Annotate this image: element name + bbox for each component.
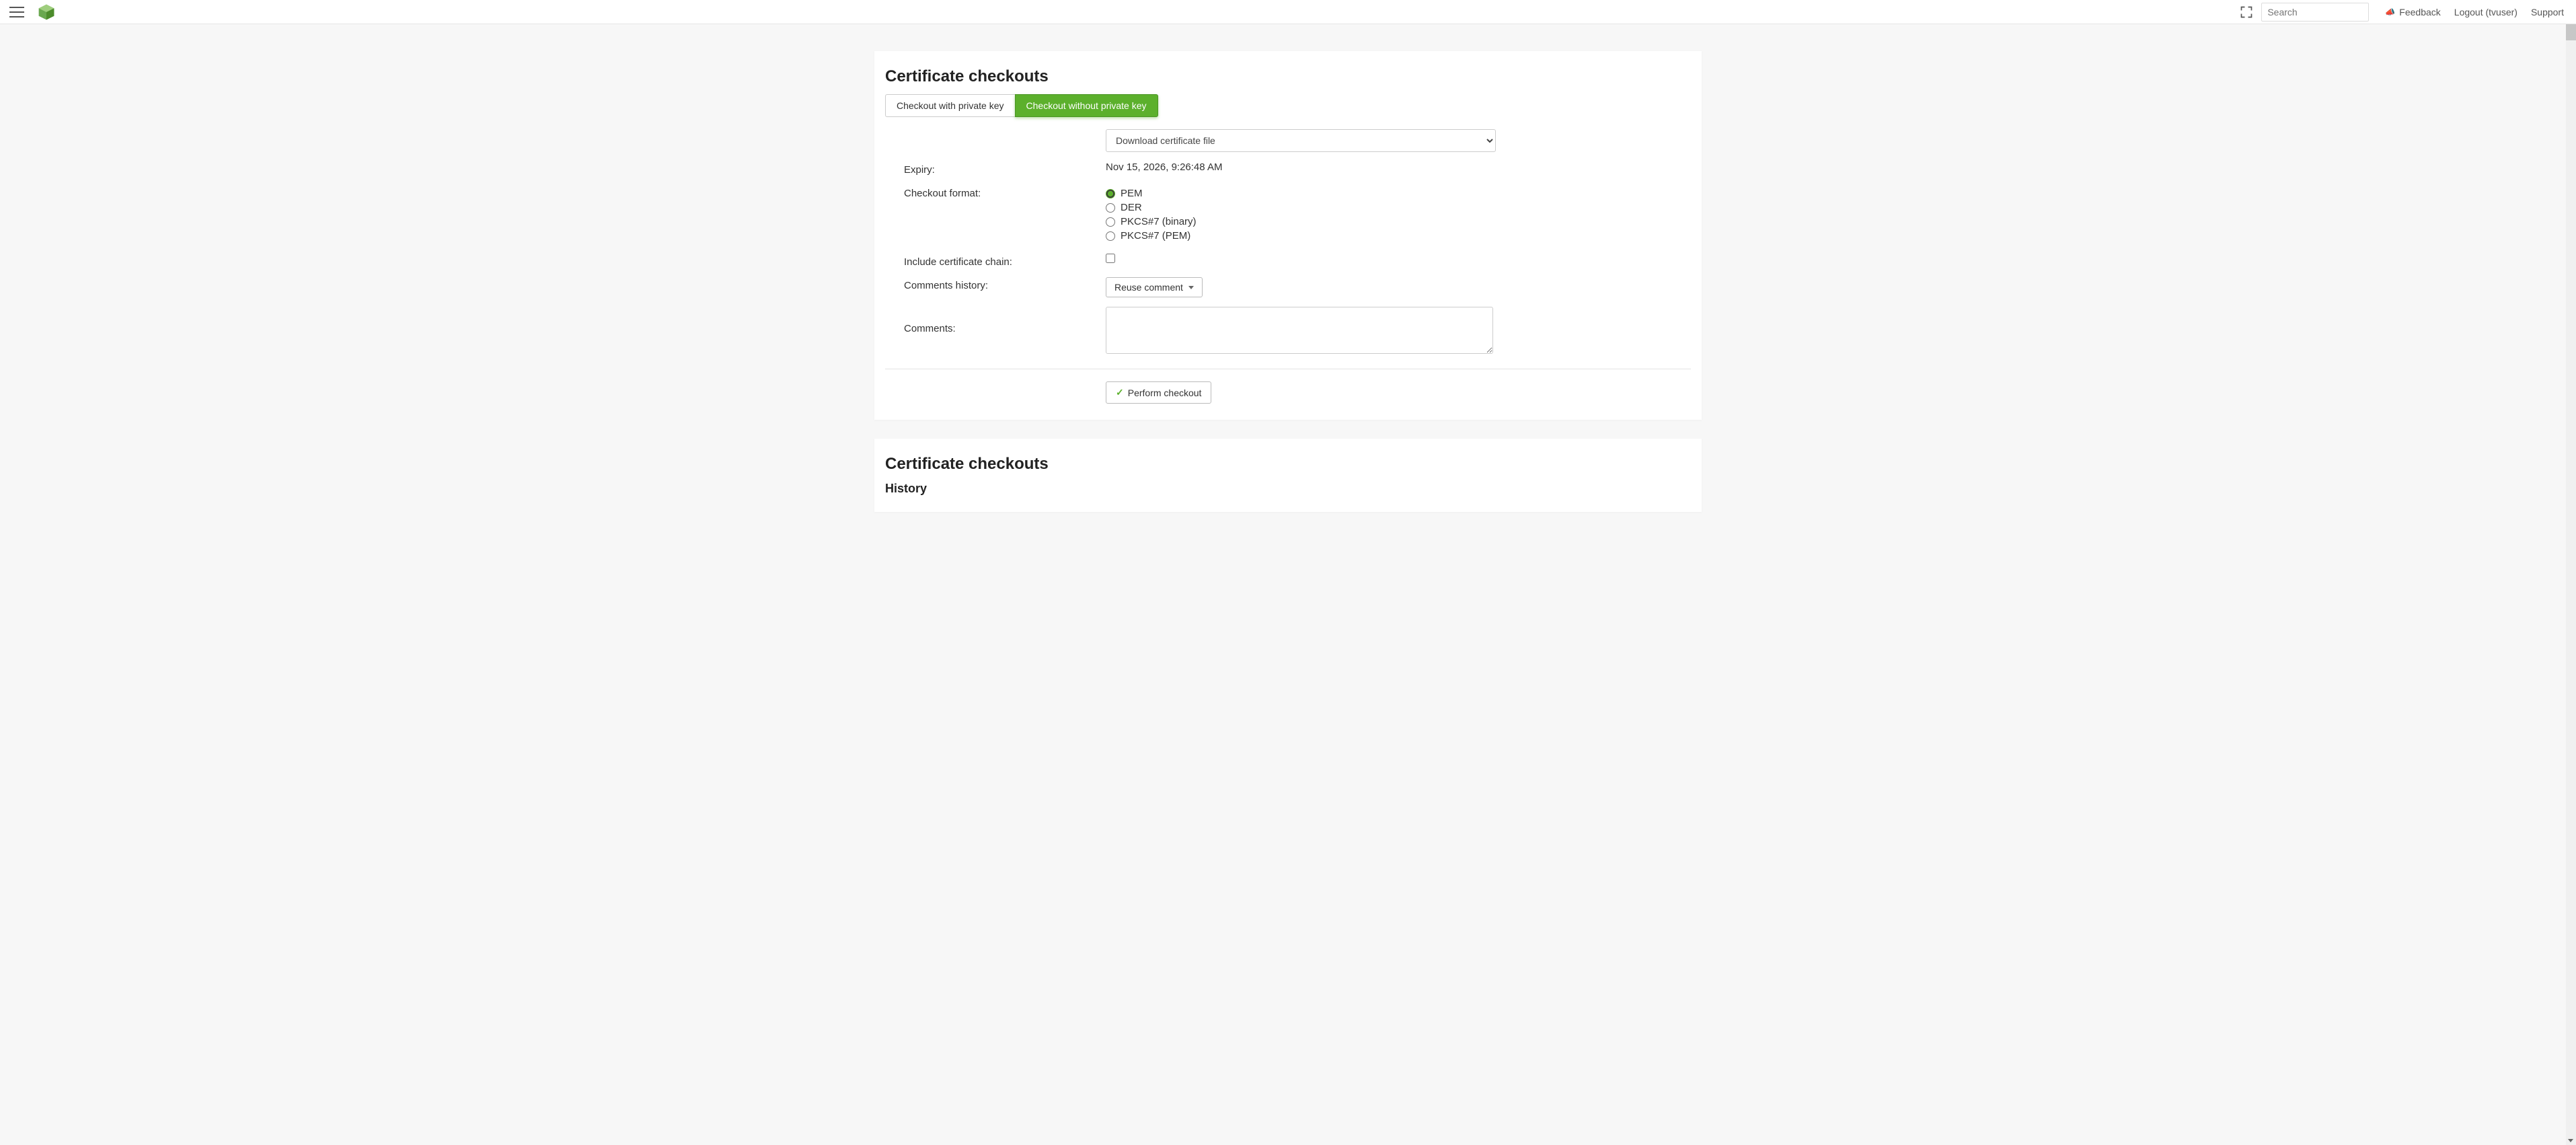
format-pem-label: PEM: [1121, 188, 1143, 199]
feedback-link-label: Feedback: [2399, 7, 2440, 17]
page-scroll[interactable]: Certificate checkouts Checkout with priv…: [0, 24, 2576, 1145]
expiry-label: Expiry:: [904, 161, 1106, 176]
fullscreen-icon[interactable]: [2236, 1, 2257, 23]
top-bar: 📣 Feedback Logout (tvuser) Support: [0, 0, 2576, 24]
format-pkcs7-binary-radio[interactable]: [1106, 217, 1115, 227]
menu-icon[interactable]: [9, 3, 28, 22]
format-pem-radio[interactable]: [1106, 189, 1115, 198]
logout-link[interactable]: Logout (tvuser): [2454, 7, 2517, 17]
reuse-comment-dropdown[interactable]: Reuse comment: [1106, 277, 1203, 297]
format-pkcs7-binary-label: PKCS#7 (binary): [1121, 216, 1197, 227]
format-pkcs7-pem-label: PKCS#7 (PEM): [1121, 230, 1190, 242]
format-der-radio[interactable]: [1106, 203, 1115, 213]
format-pkcs7-binary-row[interactable]: PKCS#7 (binary): [1106, 216, 1684, 227]
format-der-row[interactable]: DER: [1106, 202, 1684, 213]
support-link[interactable]: Support: [2531, 7, 2564, 17]
checkout-title: Certificate checkouts: [885, 67, 1691, 86]
checkout-tabs: Checkout with private key Checkout witho…: [885, 94, 1691, 117]
check-icon: ✓: [1116, 387, 1124, 398]
format-der-label: DER: [1121, 202, 1142, 213]
comments-history-label: Comments history:: [904, 277, 1106, 291]
logout-link-label: Logout (tvuser): [2454, 7, 2517, 17]
window-scrollbar[interactable]: [2566, 0, 2576, 1145]
expiry-value: Nov 15, 2026, 9:26:48 AM: [1106, 161, 1684, 173]
app-logo[interactable]: [38, 3, 55, 21]
checkout-format-label: Checkout format:: [904, 185, 1106, 199]
comments-textarea[interactable]: [1106, 307, 1493, 354]
format-pkcs7-pem-radio[interactable]: [1106, 231, 1115, 241]
search-input[interactable]: [2261, 3, 2369, 22]
caret-down-icon: [1188, 286, 1194, 289]
megaphone-icon: 📣: [2385, 7, 2395, 17]
tab-with-private-key[interactable]: Checkout with private key: [885, 94, 1015, 117]
format-pkcs7-pem-row[interactable]: PKCS#7 (PEM): [1106, 230, 1684, 242]
tab-without-private-key[interactable]: Checkout without private key: [1015, 94, 1158, 117]
include-chain-checkbox[interactable]: [1106, 254, 1115, 263]
checkout-card: Certificate checkouts Checkout with priv…: [874, 51, 1702, 420]
format-pem-row[interactable]: PEM: [1106, 188, 1684, 199]
perform-checkout-button[interactable]: ✓ Perform checkout: [1106, 381, 1211, 404]
history-title: Certificate checkouts: [885, 455, 1691, 474]
history-card: Certificate checkouts History: [874, 439, 1702, 512]
download-certificate-select[interactable]: Download certificate file: [1106, 129, 1496, 152]
comments-label: Comments:: [904, 307, 1106, 334]
scroll-down-arrow-icon[interactable]: [2568, 1139, 2573, 1142]
perform-checkout-label: Perform checkout: [1128, 387, 1202, 398]
history-subtitle: History: [885, 482, 1691, 496]
support-link-label: Support: [2531, 7, 2564, 17]
reuse-comment-label: Reuse comment: [1114, 282, 1183, 293]
feedback-link[interactable]: 📣 Feedback: [2385, 7, 2440, 17]
include-chain-label: Include certificate chain:: [904, 254, 1106, 268]
